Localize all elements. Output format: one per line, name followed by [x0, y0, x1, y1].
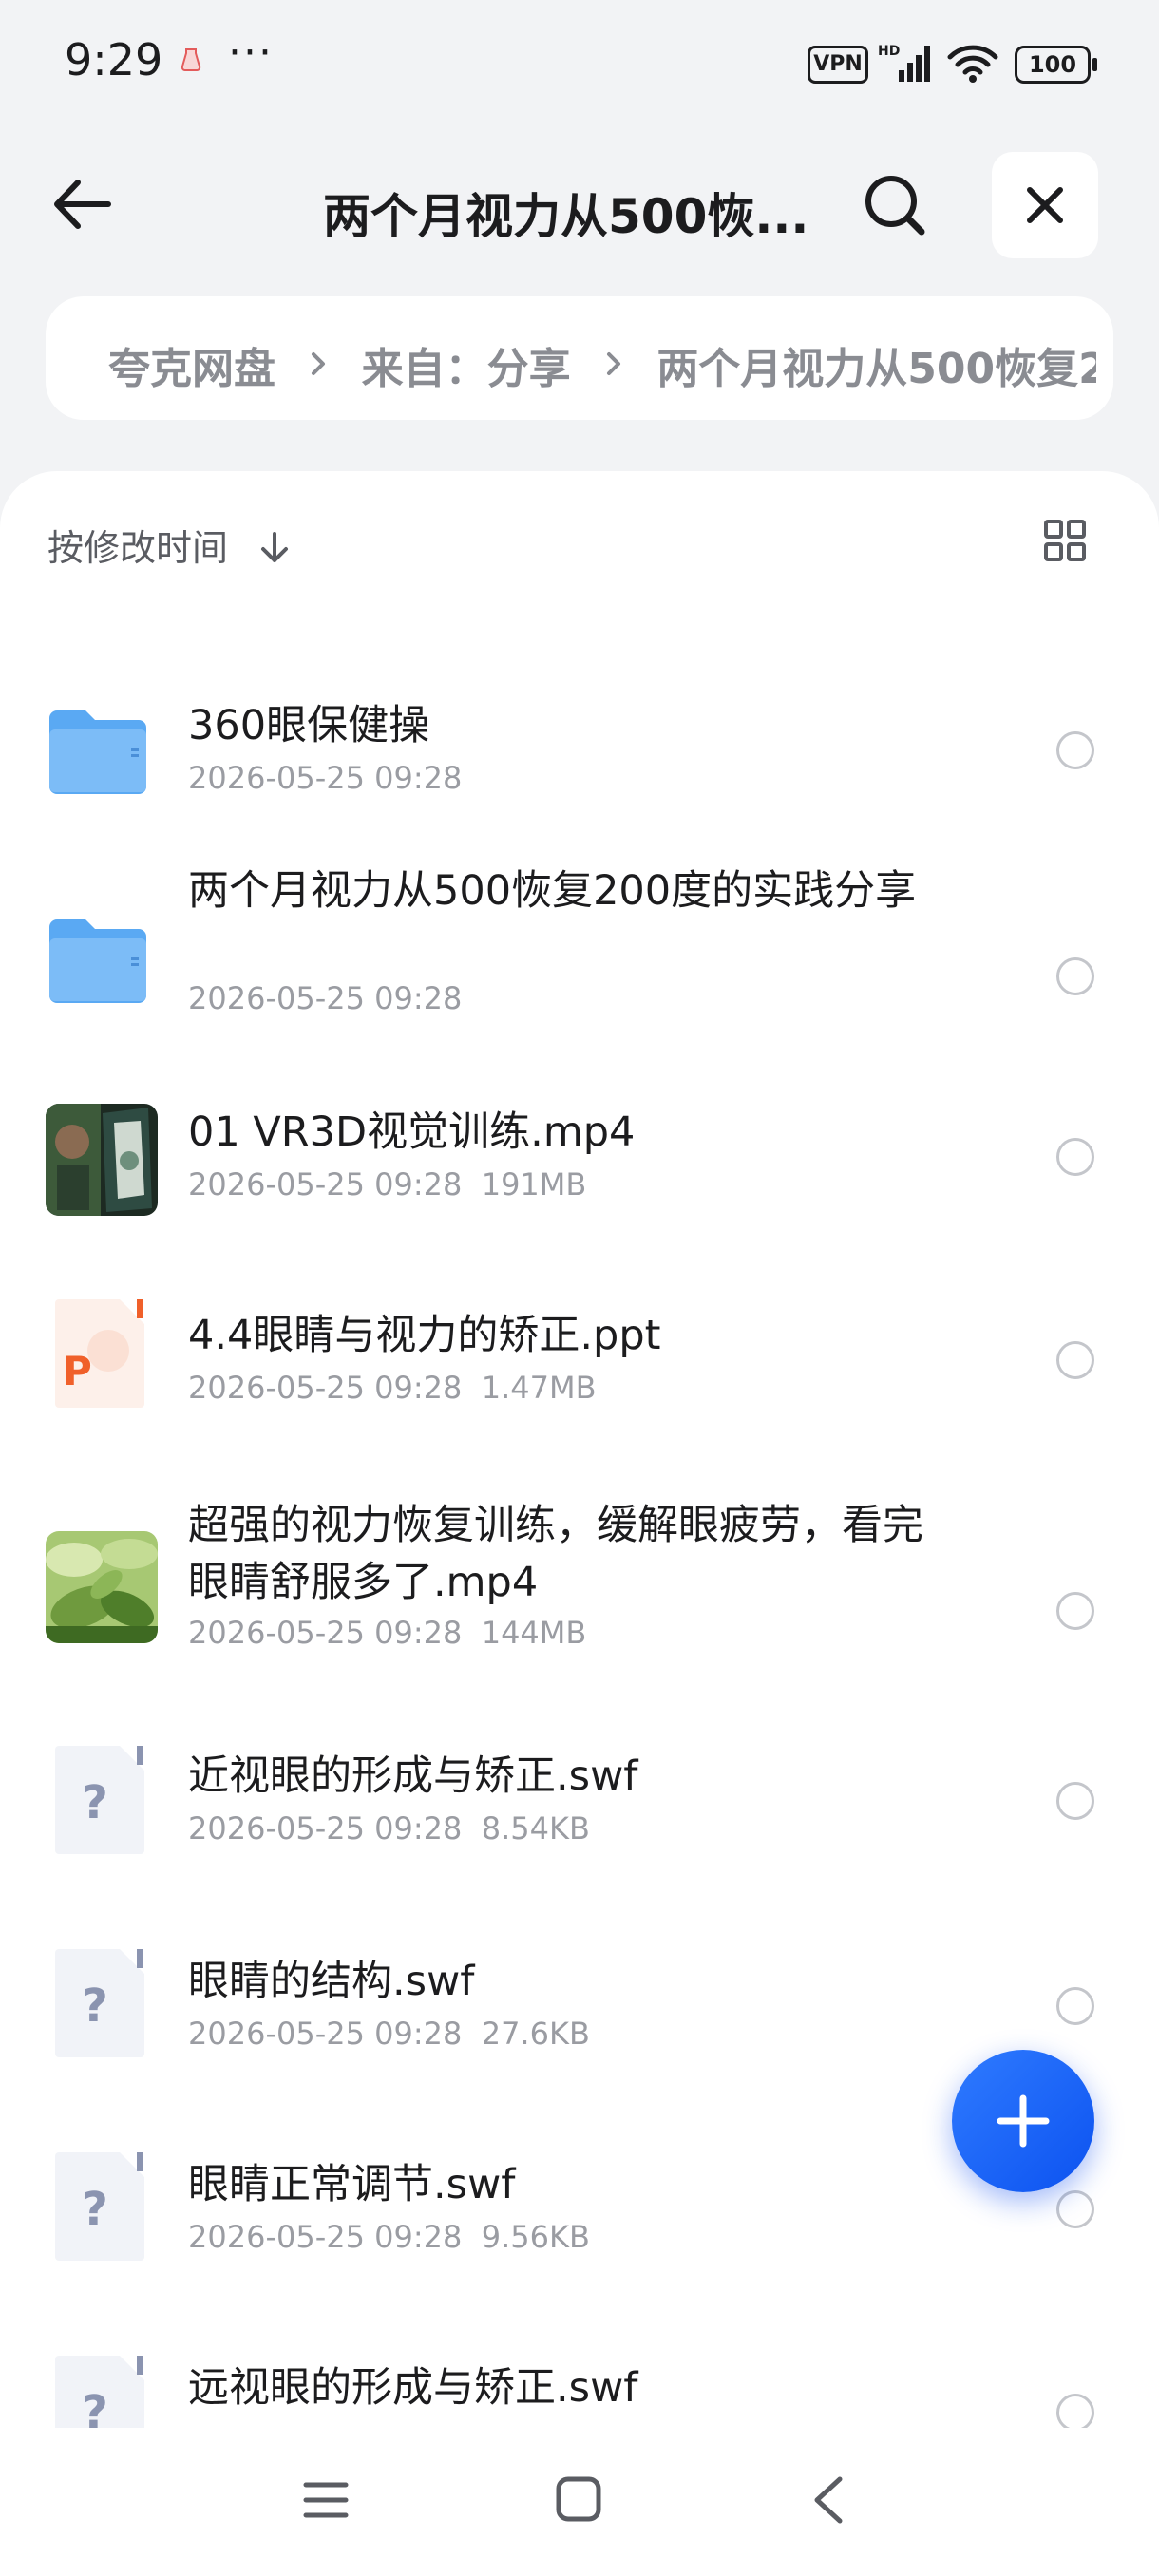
arrow-down-icon	[261, 532, 289, 562]
list-item[interactable]: 超强的视力恢复训练，缓解眼疲劳，看完眼睛舒服多了.mp4 2026-05-25 …	[0, 1478, 1159, 1706]
sort-label: 按修改时间	[48, 527, 229, 569]
list-item[interactable]: ? 近视眼的形成与矫正.swf 2026-05-25 09:28 8.54KB	[0, 1706, 1159, 1915]
file-name: 远视眼的形成与矫正.swf	[188, 2364, 638, 2412]
file-name: 眼睛的结构.swf	[188, 1958, 475, 2005]
file-meta: 2026-05-25 09:28 9.56KB	[188, 2219, 590, 2255]
unknown-file-icon: ?	[46, 1744, 158, 1860]
video-thumbnail	[46, 1104, 158, 1216]
signal-icon: HD	[878, 44, 930, 82]
menu-icon	[303, 2482, 349, 2518]
plus-icon	[997, 2094, 1050, 2148]
search-icon	[865, 176, 925, 236]
unknown-file-icon: ?	[46, 1947, 158, 2063]
vpn-badge: VPN	[808, 46, 868, 84]
select-checkbox[interactable]	[1056, 1592, 1094, 1630]
file-meta: 2026-05-25 09:28 191MB	[188, 1166, 587, 1203]
list-item[interactable]: 01 VR3D视觉训练.mp4 2026-05-25 09:28 191MB	[0, 1070, 1159, 1269]
wifi-icon	[947, 45, 998, 83]
file-meta: 2026-05-25 09:28 8.54KB	[188, 1810, 590, 1847]
file-meta: 2026-05-25 09:28 27.6KB	[188, 2016, 590, 2052]
select-checkbox[interactable]	[1056, 731, 1094, 769]
folder-icon	[46, 914, 158, 1009]
breadcrumb-item-current[interactable]: 两个月视力从500恢复2	[656, 345, 1096, 393]
sort-selector[interactable]: 按修改时间	[48, 519, 291, 576]
signal-hd-label: HD	[878, 44, 900, 59]
grid-icon	[1044, 520, 1086, 561]
select-checkbox[interactable]	[1056, 1782, 1094, 1820]
ppt-letter: P	[63, 1348, 92, 1394]
folder-icon	[46, 705, 158, 800]
back-button[interactable]	[49, 171, 116, 237]
ppt-file-icon: P	[46, 1297, 158, 1413]
select-checkbox[interactable]	[1056, 2190, 1094, 2228]
select-checkbox[interactable]	[1056, 957, 1094, 995]
home-square-icon	[556, 2476, 601, 2522]
file-name: 4.4眼睛与视力的矫正.ppt	[188, 1312, 661, 1359]
list-item[interactable]: P 4.4眼睛与视力的矫正.ppt 2026-05-25 09:28 1.47M…	[0, 1269, 1159, 1478]
grid-view-toggle[interactable]	[1043, 519, 1087, 562]
unknown-letter: ?	[82, 2386, 108, 2428]
file-name: 360眼保健操	[188, 702, 430, 749]
video-thumbnail	[46, 1531, 158, 1643]
list-item[interactable]: ? 远视眼的形成与矫正.swf	[0, 2321, 1159, 2428]
arrow-left-icon	[54, 180, 111, 229]
select-checkbox[interactable]	[1056, 1138, 1094, 1176]
breadcrumb: 夸克网盘 来自：分享 两个月视力从500恢复2	[46, 296, 1113, 420]
close-icon	[1027, 187, 1063, 223]
nav-back-button[interactable]	[809, 2473, 847, 2530]
close-button[interactable]	[992, 152, 1098, 258]
chevron-right-icon	[606, 352, 620, 375]
select-checkbox[interactable]	[1056, 2394, 1094, 2428]
file-name: 01 VR3D视觉训练.mp4	[188, 1108, 636, 1156]
search-button[interactable]	[861, 171, 929, 239]
file-name: 超强的视力恢复训练，缓解眼疲劳，看完眼睛舒服多了.mp4	[188, 1502, 923, 1606]
breadcrumb-item-share[interactable]: 来自：分享	[362, 345, 571, 393]
chevron-right-icon	[312, 352, 326, 375]
system-nav-bar	[0, 2428, 1159, 2576]
nav-recents-button[interactable]	[302, 2479, 350, 2525]
file-name: 眼睛正常调节.swf	[188, 2161, 516, 2208]
app-notification-icon	[180, 48, 201, 71]
breadcrumb-item-root[interactable]: 夸克网盘	[108, 345, 276, 393]
file-meta: 2026-05-25 09:28	[188, 980, 463, 1016]
status-bar: 9:29 ··· VPN HD 100	[0, 0, 1159, 123]
select-checkbox[interactable]	[1056, 1987, 1094, 2025]
page-title: 两个月视力从500恢...	[323, 189, 809, 244]
file-meta: 2026-05-25 09:28 144MB	[188, 1615, 587, 1651]
unknown-letter: ?	[82, 1776, 108, 1829]
top-bar: 两个月视力从500恢...	[0, 142, 1159, 266]
unknown-letter: ?	[82, 1979, 108, 2033]
chevron-left-icon	[814, 2476, 843, 2524]
unknown-letter: ?	[82, 2183, 108, 2236]
add-button[interactable]	[952, 2050, 1094, 2192]
battery-indicator: 100	[1015, 46, 1097, 84]
list-item[interactable]: 两个月视力从500恢复200度的实践分享 2026-05-25 09:28	[0, 842, 1159, 1070]
unknown-file-icon: ?	[46, 2150, 158, 2266]
unknown-file-icon: ?	[46, 2354, 158, 2428]
status-time: 9:29	[65, 34, 163, 85]
nav-home-button[interactable]	[555, 2475, 602, 2527]
file-meta: 2026-05-25 09:28 1.47MB	[188, 1370, 597, 1406]
list-item[interactable]: 360眼保健操 2026-05-25 09:28	[0, 652, 1159, 842]
status-more-icon: ···	[228, 28, 274, 77]
select-checkbox[interactable]	[1056, 1341, 1094, 1379]
file-name: 两个月视力从500恢复200度的实践分享	[188, 867, 917, 915]
file-meta: 2026-05-25 09:28	[188, 760, 463, 796]
file-name: 近视眼的形成与矫正.swf	[188, 1752, 638, 1800]
